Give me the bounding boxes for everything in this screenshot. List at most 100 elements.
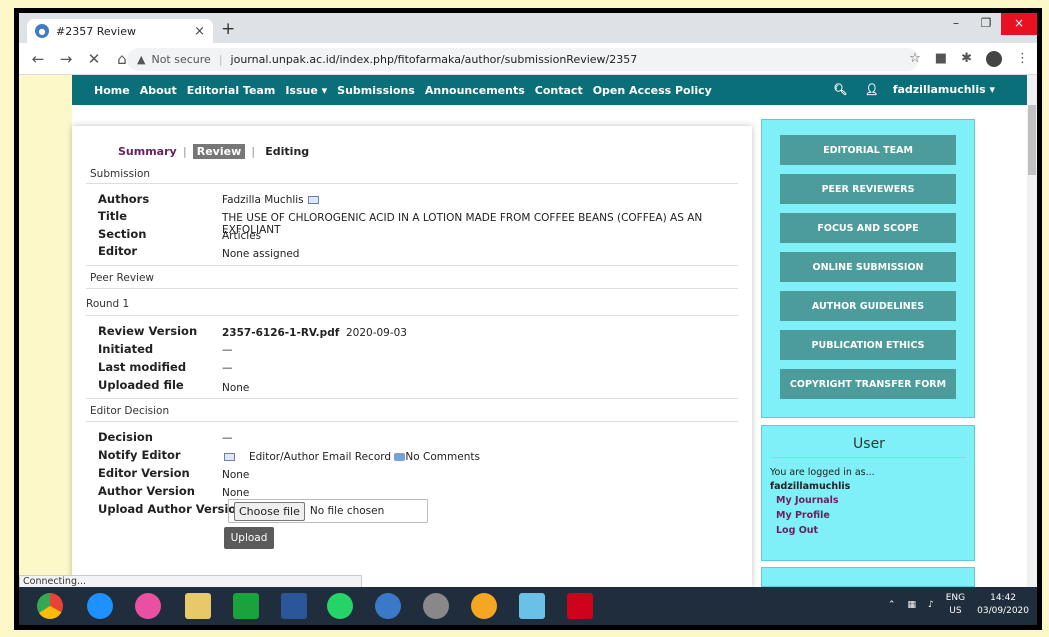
maximize-icon[interactable]: ❐ xyxy=(971,13,1001,35)
acrobat-icon[interactable] xyxy=(567,593,593,619)
sidebar-focus-scope-button[interactable]: FOCUS AND SCOPE xyxy=(780,213,956,243)
no-file-label: No file chosen xyxy=(309,505,385,517)
itunes-icon[interactable] xyxy=(135,593,161,619)
log-out-link[interactable]: Log Out xyxy=(776,525,818,536)
nav-home[interactable]: Home xyxy=(94,84,130,97)
new-tab-button[interactable]: + xyxy=(221,19,235,39)
warning-icon: ▲ xyxy=(137,53,146,66)
page-scrollbar[interactable] xyxy=(1027,75,1037,587)
menu-icon[interactable]: ⋮ xyxy=(1016,51,1029,67)
tray-chevron-icon[interactable]: ⌃ xyxy=(888,600,896,610)
network-icon[interactable]: ▦ xyxy=(907,600,916,610)
chrome-icon[interactable] xyxy=(37,593,63,619)
tab-divider: | xyxy=(251,145,256,158)
editor-value: None assigned xyxy=(222,248,300,260)
sidebar-publication-ethics-button[interactable]: PUBLICATION ETHICS xyxy=(780,330,956,360)
user-block: User You are logged in as... fadzillamuc… xyxy=(761,425,975,561)
nav-issue[interactable]: Issue ▾ xyxy=(285,84,327,97)
submission-tabs: Summary | Review | Editing xyxy=(118,144,309,159)
tab-summary[interactable]: Summary xyxy=(118,145,177,158)
submission-heading: Submission xyxy=(90,168,151,180)
star-icon[interactable]: ☆ xyxy=(909,51,921,67)
profile-avatar[interactable] xyxy=(986,51,1002,67)
search-icon[interactable]: 🔍︎ xyxy=(833,83,847,96)
nav-submissions[interactable]: Submissions xyxy=(337,84,415,97)
editor-label: Editor xyxy=(98,244,138,258)
review-version-file[interactable]: 2357-6126-1-RV.pdf xyxy=(222,327,339,339)
puzzle-icon[interactable]: ✱ xyxy=(961,51,972,67)
no-comments-label: No Comments xyxy=(405,451,480,463)
nav-about[interactable]: About xyxy=(140,84,177,97)
tab-bar: ● #2357 Review × + – ❐ × xyxy=(19,13,1037,43)
volume-icon[interactable]: ♪ xyxy=(928,600,934,610)
tool-icon[interactable] xyxy=(423,593,449,619)
tab-close-icon[interactable]: × xyxy=(194,24,205,39)
divider xyxy=(86,421,738,422)
user-menu[interactable]: 🔍︎ 👤︎ fadzillamuchlis ▾ xyxy=(833,83,1005,96)
extension-icon[interactable]: ■ xyxy=(935,51,947,67)
file-input[interactable]: Choose file No file chosen xyxy=(228,499,428,523)
sidebar-author-guidelines-button[interactable]: AUTHOR GUIDELINES xyxy=(780,291,956,321)
email-record-link[interactable]: Editor/Author Email Record xyxy=(249,451,391,463)
app-green-icon[interactable] xyxy=(233,593,259,619)
email-icon[interactable] xyxy=(307,196,319,204)
uploaded-file-value: None xyxy=(222,382,250,394)
language-indicator[interactable]: ENG US xyxy=(946,592,965,618)
last-modified-label: Last modified xyxy=(98,360,187,374)
media-icon[interactable] xyxy=(471,593,497,619)
authors-value: Fadzilla Muchlis xyxy=(222,194,319,206)
tab-title: #2357 Review xyxy=(56,24,136,38)
calculator-icon[interactable] xyxy=(375,593,401,619)
minimize-icon[interactable]: – xyxy=(941,13,971,35)
upload-button[interactable]: Upload xyxy=(224,527,274,549)
nav-contact[interactable]: Contact xyxy=(535,84,583,97)
nav-announcements[interactable]: Announcements xyxy=(425,84,525,97)
email-icon[interactable] xyxy=(224,453,235,461)
sidebar-peer-reviewers-button[interactable]: PEER REVIEWERS xyxy=(780,174,956,204)
tab-editing[interactable]: Editing xyxy=(265,145,309,158)
word-icon[interactable] xyxy=(281,593,307,619)
close-window-icon[interactable]: × xyxy=(1001,13,1037,35)
whatsapp-icon[interactable] xyxy=(327,593,353,619)
nav-open-access-policy[interactable]: Open Access Policy xyxy=(593,84,712,97)
review-card: Summary | Review | Editing Submission Au… xyxy=(72,126,752,587)
clock[interactable]: 14:42 03/09/2020 xyxy=(977,592,1029,618)
editor-version-value: None xyxy=(222,469,250,481)
decision-value: — xyxy=(222,432,233,444)
title-label: Title xyxy=(98,209,128,223)
omnibox-separator: | xyxy=(218,53,223,66)
window-controls: – ❐ × xyxy=(941,13,1037,35)
sidebar-online-submission-button[interactable]: ONLINE SUBMISSION xyxy=(780,252,956,282)
file-explorer-icon[interactable] xyxy=(185,593,211,619)
divider xyxy=(86,265,738,266)
browser-tab[interactable]: ● #2357 Review × xyxy=(27,19,213,43)
ie-icon[interactable] xyxy=(87,593,113,619)
omnibox[interactable]: ▲ Not secure | journal.unpak.ac.id/index… xyxy=(127,48,919,71)
notify-editor-value: Editor/Author Email Record No Comments xyxy=(222,451,480,463)
address-bar-row: ← → ✕ ⌂ ▲ Not secure | journal.unpak.ac.… xyxy=(19,43,1037,75)
my-profile-link[interactable]: My Profile xyxy=(776,510,830,521)
back-icon[interactable]: ← xyxy=(29,50,47,68)
sidebar-editorial-team-button[interactable]: EDITORIAL TEAM xyxy=(780,135,956,165)
sidebar-copyright-form-button[interactable]: COPYRIGHT TRANSFER FORM xyxy=(780,369,956,399)
my-journals-link[interactable]: My Journals xyxy=(776,495,839,506)
tab-review[interactable]: Review xyxy=(192,144,246,159)
divider xyxy=(86,288,738,289)
region-code: US xyxy=(949,606,962,616)
peer-review-heading: Peer Review xyxy=(90,272,154,284)
editor-version-label: Editor Version xyxy=(98,466,190,480)
stop-icon[interactable]: ✕ xyxy=(85,50,103,68)
choose-file-button[interactable]: Choose file xyxy=(234,501,305,521)
author-version-label: Author Version xyxy=(98,484,195,498)
taskbar: ⌃ ▦ ♪ ENG US 14:42 03/09/2020 xyxy=(19,587,1037,625)
review-version-date: 2020-09-03 xyxy=(345,327,407,339)
scrollbar-thumb[interactable] xyxy=(1028,105,1036,175)
sticky-notes-icon[interactable] xyxy=(519,593,545,619)
forward-icon[interactable]: → xyxy=(57,50,75,68)
user-heading: User xyxy=(853,436,885,452)
notify-editor-label: Notify Editor xyxy=(98,448,181,462)
nav-editorial-team[interactable]: Editorial Team xyxy=(187,84,276,97)
comment-icon[interactable] xyxy=(394,453,406,461)
logged-in-text: You are logged in as... xyxy=(770,467,875,478)
decision-label: Decision xyxy=(98,430,153,444)
